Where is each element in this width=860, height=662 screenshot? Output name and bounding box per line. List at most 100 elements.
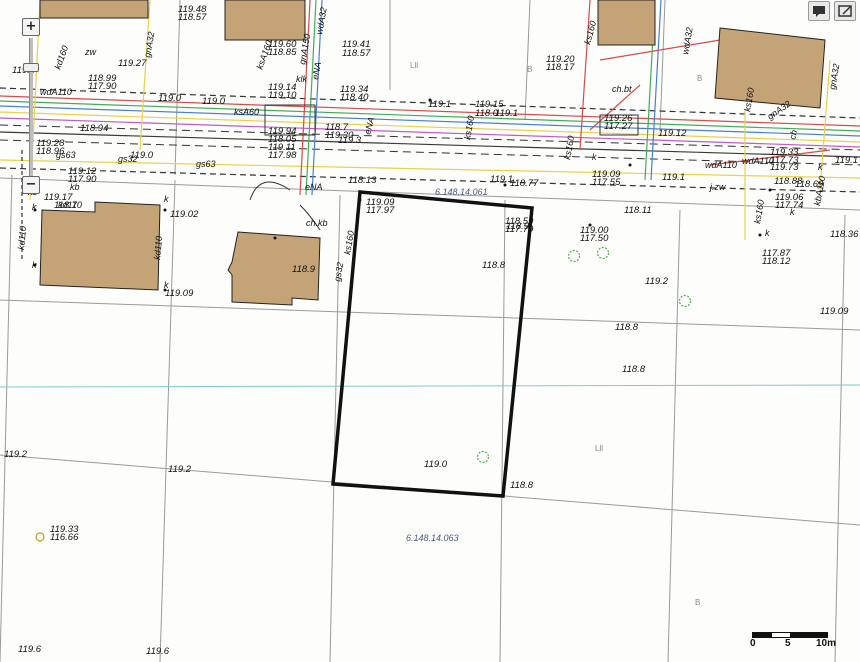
elevation-label: 118.11 [624,205,652,216]
elevation-label: 118.57 [342,48,371,59]
utility-label: gs63 [56,150,76,160]
utility-label: eNA [310,61,323,80]
elevation-label: 118.8 [482,260,506,271]
land-class-label: B [527,65,532,74]
elevation-label: 119.27 [118,58,147,69]
land-class-label: B [697,74,702,83]
elevation-label: 118.94 [80,123,108,134]
tree-icon [476,450,490,464]
edit-button[interactable] [834,1,856,21]
utility-label: k [32,202,37,212]
zoom-in-button[interactable]: + [22,18,40,36]
zoom-slider-thumb[interactable] [23,63,39,72]
elevation-label: 117.90 [88,81,117,92]
elevation-label: 118.36 [830,229,859,240]
utility-label: ks160 [582,20,598,46]
elevation-label: 118.17 [546,62,575,73]
elevation-label: 118.12 [762,256,791,267]
elevation-label: 118.8 [622,364,646,375]
utility-label: zw [84,47,97,57]
elevation-label: 119.09 [165,288,194,299]
utility-label: ch [787,129,799,141]
elevation-label: 118.85 [268,47,297,58]
tree-icon [678,294,692,308]
elevation-label: 119.1 [835,155,858,166]
utility-label: ksA60 [234,107,259,117]
land-class-label: Lll [595,444,603,453]
minor-outlines [249,104,639,231]
elevation-label: 119.02 [170,209,199,220]
map-canvas[interactable]: 119.48 118.57 119.27 119.41 118.57 119.60 118.… [0,0,860,662]
grid-line [0,384,860,388]
zoom-control: + − [20,18,42,194]
zoom-out-button[interactable]: − [22,176,40,194]
utility-label: klk [296,74,307,84]
building [597,0,656,46]
elevation-label: 117.50 [580,233,609,244]
utility-label: kb [70,182,80,192]
utility-label: eNA [305,182,323,192]
parcel-id-label: 6.148.14.063 [406,533,459,543]
elevation-label: 117.27 [604,121,633,132]
elevation-label: 119.09 [820,306,849,317]
utility-label: wdA110 [742,156,774,166]
parcel-id-label: 6.148.14.061 [435,187,488,197]
elevation-label: 118.88 [774,176,803,187]
scale-tick-label: 0 [750,638,756,649]
utility-label: ks160 [462,115,476,140]
elevation-label: 119.0 [202,96,226,107]
elevation-label: 119.1 [495,108,518,119]
utility-label: k [32,260,37,270]
elevation-label: 119.10 [268,90,297,101]
utility-label: k [818,162,823,172]
comment-icon [813,6,825,17]
utility-label: kd110 [152,236,164,261]
land-class-label: B [695,598,700,607]
scale-tick-label: 5 [785,638,791,649]
edit-icon [838,5,852,17]
building [224,0,306,41]
utility-label: k [164,194,169,204]
utility-label: kd110 [16,226,28,251]
tree-icon [567,249,581,263]
utility-label: gs63 [196,159,216,169]
comment-button[interactable] [808,1,830,21]
elevation-label: 118.77 [510,178,539,189]
utility-label: gnA32 [142,31,156,58]
utility-label: kd160 [52,44,70,70]
building [39,201,161,291]
elevation-label: 119.0 [424,459,448,470]
utility-label: k [790,207,795,217]
utility-label: ks160 [752,199,766,224]
building [39,0,149,19]
building [714,27,826,109]
elevation-label: 119.0 [158,93,182,104]
survey-marker [35,532,45,542]
elevation-label: 116.66 [50,532,79,543]
zoom-slider-track[interactable] [29,38,33,176]
elevation-label: 119.6 [18,644,42,655]
scale-bar: 0 5 10m [750,630,836,658]
tree-icon [596,246,610,260]
utility-label: k [765,228,770,238]
elevation-label: 119.1 [662,172,685,183]
utility-label: gs32 [118,154,138,164]
elevation-label: 117.55 [592,177,621,188]
elevation-label: 118.8 [510,480,534,491]
elevation-label: 117.97 [366,205,395,216]
utility-label: k [164,280,169,290]
utility-label: wdA32 [680,26,695,55]
map-labels: 119.48118.57119.27119.41118.57119.60118.… [4,4,859,657]
utility-label: wdA110 [705,160,737,170]
elevation-label: 119.12 [658,128,687,139]
elevation-label: 117.98 [268,150,297,161]
map-layer: 119.48118.57119.27119.41118.57119.60118.… [0,0,860,662]
elevation-label: 119.1 [428,99,451,110]
elevation-label: 119.2 [4,449,28,460]
elevation-label: 118.57 [178,12,207,23]
utility-label: gs32 [332,261,345,282]
utility-label: ch.bt [612,84,632,94]
elevation-label: 118.40 [340,92,369,103]
elevation-label: 119.2 [168,464,192,475]
elevation-label: 118.8 [615,322,639,333]
